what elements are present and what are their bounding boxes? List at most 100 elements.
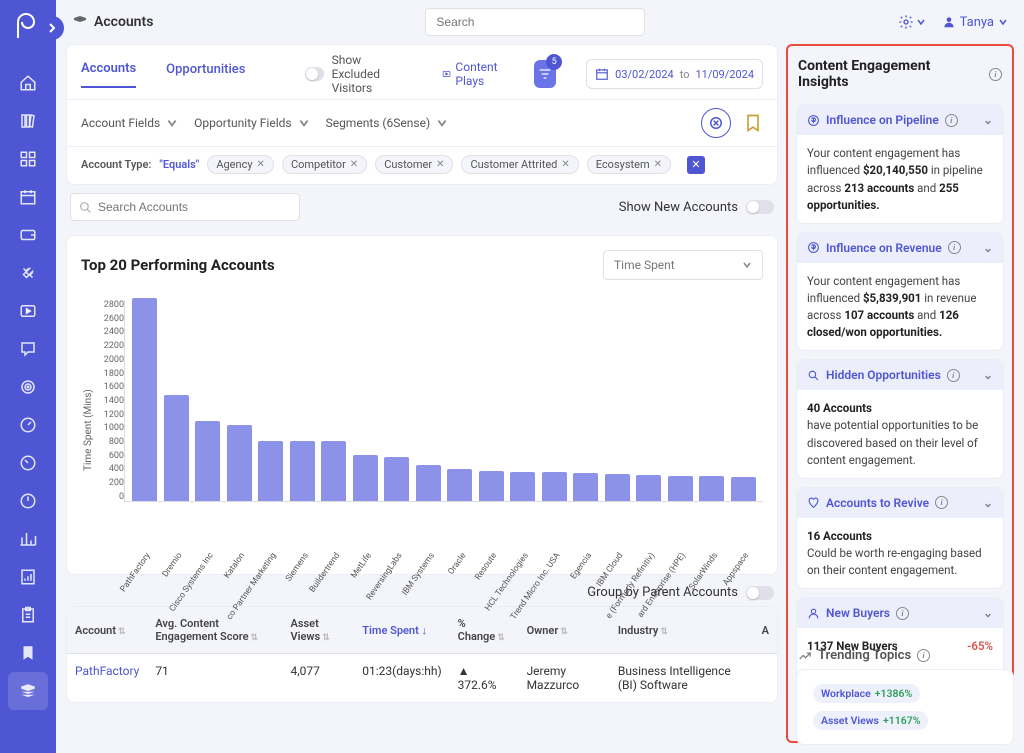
chart-bar[interactable] <box>699 476 724 501</box>
clear-all-chips-button[interactable]: ✕ <box>687 156 705 174</box>
chip-remove-icon[interactable]: ✕ <box>257 159 265 170</box>
nav-tools-icon[interactable] <box>8 254 48 292</box>
global-search[interactable] <box>425 8 645 36</box>
insight-hidden-header[interactable]: Hidden Opportunities i ⌄ <box>797 360 1003 390</box>
th-extra[interactable]: A <box>754 607 777 654</box>
info-icon[interactable]: i <box>917 649 930 662</box>
clear-filters-button[interactable] <box>701 108 731 138</box>
nav-calendar-icon[interactable] <box>8 178 48 216</box>
nav-home-icon[interactable] <box>8 64 48 102</box>
chip-remove-icon[interactable]: ✕ <box>654 159 662 170</box>
chart-bar[interactable] <box>227 425 252 501</box>
th-score[interactable]: Avg. Content Engagement Score⇅ <box>147 607 282 654</box>
info-icon[interactable]: i <box>947 369 960 382</box>
chart-bar[interactable] <box>290 441 315 501</box>
info-icon[interactable]: i <box>935 496 948 509</box>
cell-change: ▲ 372.6% <box>450 654 519 703</box>
nav-wallet-icon[interactable] <box>8 216 48 254</box>
chip-customer-attrited[interactable]: Customer Attrited✕ <box>461 155 578 174</box>
info-icon[interactable]: i <box>948 241 961 254</box>
chip-ecosystem[interactable]: Ecosystem✕ <box>587 155 671 174</box>
nav-library-icon[interactable] <box>8 102 48 140</box>
date-range-picker[interactable]: 03/02/2024 to 11/09/2024 <box>586 59 763 89</box>
chart-bar[interactable] <box>731 477 756 501</box>
info-icon[interactable]: i <box>896 607 909 620</box>
topic-pill[interactable]: Asset Views +1167% <box>813 711 928 730</box>
nav-gauge-icon[interactable] <box>8 406 48 444</box>
th-time[interactable]: Time Spent ↓ <box>354 607 449 654</box>
show-new-toggle[interactable] <box>746 200 774 214</box>
nav-play-icon[interactable] <box>8 292 48 330</box>
chip-remove-icon[interactable]: ✕ <box>436 159 444 170</box>
th-views[interactable]: Asset Views⇅ <box>283 607 355 654</box>
chart-bar[interactable] <box>416 465 441 501</box>
nav-gauge2-icon[interactable] <box>8 444 48 482</box>
tab-accounts[interactable]: Accounts <box>81 61 136 88</box>
chart-bar[interactable] <box>132 298 157 501</box>
user-menu[interactable]: Tanya <box>942 15 1008 30</box>
exclude-visitors-label: Show Excluded Visitors <box>332 53 413 95</box>
info-icon[interactable]: i <box>989 68 1002 81</box>
table-row[interactable]: PathFactory 71 4,077 01:23(days:hh) ▲ 37… <box>67 654 777 703</box>
nav-grid-icon[interactable] <box>8 140 48 178</box>
segments-dropdown[interactable]: Segments (6Sense) <box>326 116 449 130</box>
th-industry[interactable]: Industry⇅ <box>610 607 754 654</box>
nav-target-icon[interactable] <box>8 368 48 406</box>
insight-pipeline-header[interactable]: Influence on Pipeline i ⌄ <box>797 105 1003 135</box>
chart-bar[interactable] <box>636 475 661 501</box>
trending-header[interactable]: Trending Topics i <box>796 642 1014 669</box>
nav-chat-icon[interactable] <box>8 330 48 368</box>
nav-gauge3-icon[interactable] <box>8 482 48 520</box>
cell-account[interactable]: PathFactory <box>67 654 147 703</box>
nav-barchart-icon[interactable] <box>8 520 48 558</box>
groupby-toggle[interactable] <box>746 586 774 600</box>
search-accounts[interactable] <box>70 193 300 221</box>
global-search-input[interactable] <box>425 8 645 36</box>
chart-bar[interactable] <box>321 441 346 501</box>
tab-opportunities[interactable]: Opportunities <box>166 62 245 87</box>
bookmark-button[interactable] <box>743 108 763 138</box>
chart-bar[interactable] <box>573 473 598 501</box>
insight-pipeline-body: Your content engagement has influenced $… <box>797 135 1003 224</box>
chart-bar[interactable] <box>353 455 378 501</box>
nav-clipboard-icon[interactable] <box>8 596 48 634</box>
chart-metric-dropdown[interactable]: Time Spent <box>603 250 763 280</box>
chip-customer[interactable]: Customer✕ <box>375 155 453 174</box>
insight-buyers-header[interactable]: New Buyers i ⌄ <box>797 598 1003 628</box>
chart-bar[interactable] <box>668 476 693 501</box>
expand-rail-button[interactable] <box>40 16 64 40</box>
chip-competitor[interactable]: Competitor✕ <box>282 155 367 174</box>
insight-revive-header[interactable]: Accounts to Revive i ⌄ <box>797 488 1003 518</box>
nav-bookmark-icon[interactable] <box>8 634 48 672</box>
insight-revenue-header[interactable]: Influence on Revenue i ⌄ <box>797 233 1003 263</box>
chart-bar[interactable] <box>605 474 630 501</box>
th-owner[interactable]: Owner⇅ <box>519 607 610 654</box>
chart-bar[interactable] <box>542 472 567 501</box>
chart-bar[interactable] <box>384 457 409 502</box>
exclude-visitors-toggle[interactable] <box>305 67 323 81</box>
chart-bar[interactable] <box>447 469 472 501</box>
search-accounts-input[interactable] <box>98 200 291 214</box>
th-change[interactable]: % Change⇅ <box>450 607 519 654</box>
left-nav-rail <box>0 0 56 753</box>
insights-panel: Content Engagement Insights i Influence … <box>786 44 1014 743</box>
chart-bar[interactable] <box>258 441 283 501</box>
info-icon[interactable]: i <box>945 114 958 127</box>
chart-bar[interactable] <box>510 472 535 501</box>
chip-remove-icon[interactable]: ✕ <box>350 159 358 170</box>
topbar: Accounts Tanya <box>56 0 1024 44</box>
chart-bar[interactable] <box>195 421 220 501</box>
nav-report-icon[interactable] <box>8 558 48 596</box>
opportunity-fields-dropdown[interactable]: Opportunity Fields <box>194 116 309 130</box>
chip-agency[interactable]: Agency✕ <box>207 155 274 174</box>
chip-remove-icon[interactable]: ✕ <box>561 159 569 170</box>
content-plays-link[interactable]: Content Plays <box>442 60 503 88</box>
filter-button[interactable]: 5 <box>534 60 557 88</box>
account-fields-dropdown[interactable]: Account Fields <box>81 116 178 130</box>
nav-accounts-icon[interactable] <box>8 672 48 710</box>
topic-pill[interactable]: Workplace +1386% <box>813 684 920 703</box>
settings-button[interactable] <box>898 14 926 30</box>
chart-bar[interactable] <box>164 395 189 501</box>
th-account[interactable]: Account⇅ <box>67 607 147 654</box>
chart-bar[interactable] <box>479 471 504 501</box>
